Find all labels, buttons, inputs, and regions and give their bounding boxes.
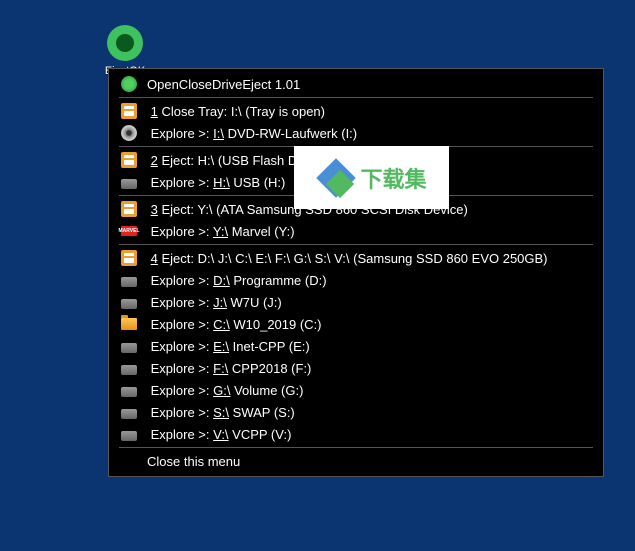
eject-icon (121, 103, 137, 119)
explore-item-label: Explore >: E:\ Inet-CPP (E:) (147, 339, 310, 354)
explore-item[interactable]: Explore >: C:\ W10_2019 (C:) (109, 313, 603, 335)
explore-item-label: Explore >: Y:\ Marvel (Y:) (147, 224, 295, 239)
eject-item-label: 1 Close Tray: I:\ (Tray is open) (147, 104, 325, 119)
explorer-icon (121, 318, 137, 330)
close-menu-item[interactable]: Close this menu (109, 450, 603, 472)
explore-item-label: Explore >: G:\ Volume (G:) (147, 383, 303, 398)
menu-separator (119, 244, 593, 245)
watermark-logo-icon (316, 158, 356, 198)
drive-icon (121, 277, 137, 287)
explore-item-label: Explore >: J:\ W7U (J:) (147, 295, 282, 310)
explore-item[interactable]: Explore >: F:\ CPP2018 (F:) (109, 357, 603, 379)
eject-item[interactable]: 4 Eject: D:\ J:\ C:\ E:\ F:\ G:\ S:\ V:\… (109, 247, 603, 269)
watermark-overlay: 下载集 (294, 146, 449, 209)
context-menu: OpenCloseDriveEject 1.01 1 Close Tray: I… (108, 68, 604, 477)
marvel-icon: MARVEL (121, 226, 137, 236)
drive-icon (121, 431, 137, 441)
explore-item-label: Explore >: H:\ USB (H:) (147, 175, 285, 190)
explore-item[interactable]: Explore >: G:\ Volume (G:) (109, 379, 603, 401)
explore-item[interactable]: Explore >: V:\ VCPP (V:) (109, 423, 603, 445)
explore-item-label: Explore >: I:\ DVD-RW-Laufwerk (I:) (147, 126, 357, 141)
explore-item[interactable]: Explore >: D:\ Programme (D:) (109, 269, 603, 291)
drive-icon (121, 179, 137, 189)
eject-icon (121, 152, 137, 168)
app-icon (121, 76, 137, 92)
drive-icon (121, 365, 137, 375)
explore-item-label: Explore >: C:\ W10_2019 (C:) (147, 317, 322, 332)
drive-icon (121, 387, 137, 397)
close-menu-label: Close this menu (147, 454, 240, 469)
eject-app-icon (107, 25, 143, 61)
menu-title: OpenCloseDriveEject 1.01 (147, 77, 300, 92)
explore-item-label: Explore >: F:\ CPP2018 (F:) (147, 361, 311, 376)
menu-separator (119, 97, 593, 98)
explore-item[interactable]: MARVEL Explore >: Y:\ Marvel (Y:) (109, 220, 603, 242)
explore-item[interactable]: Explore >: J:\ W7U (J:) (109, 291, 603, 313)
watermark-text: 下载集 (360, 162, 426, 194)
explore-item-label: Explore >: D:\ Programme (D:) (147, 273, 327, 288)
eject-icon (121, 250, 137, 266)
eject-item-label: 4 Eject: D:\ J:\ C:\ E:\ F:\ G:\ S:\ V:\… (147, 251, 548, 266)
explore-item[interactable]: Explore >: E:\ Inet-CPP (E:) (109, 335, 603, 357)
eject-item[interactable]: 1 Close Tray: I:\ (Tray is open) (109, 100, 603, 122)
drive-icon (121, 299, 137, 309)
menu-separator (119, 447, 593, 448)
explore-item[interactable]: Explore >: I:\ DVD-RW-Laufwerk (I:) (109, 122, 603, 144)
eject-icon (121, 201, 137, 217)
eject-item-label: 2 Eject: H:\ (USB Flash Disk) (147, 153, 318, 168)
disc-icon (121, 125, 137, 141)
explore-item[interactable]: Explore >: S:\ SWAP (S:) (109, 401, 603, 423)
drive-icon (121, 343, 137, 353)
explore-item-label: Explore >: S:\ SWAP (S:) (147, 405, 295, 420)
explore-item-label: Explore >: V:\ VCPP (V:) (147, 427, 291, 442)
drive-icon (121, 409, 137, 419)
menu-title-row: OpenCloseDriveEject 1.01 (109, 73, 603, 95)
